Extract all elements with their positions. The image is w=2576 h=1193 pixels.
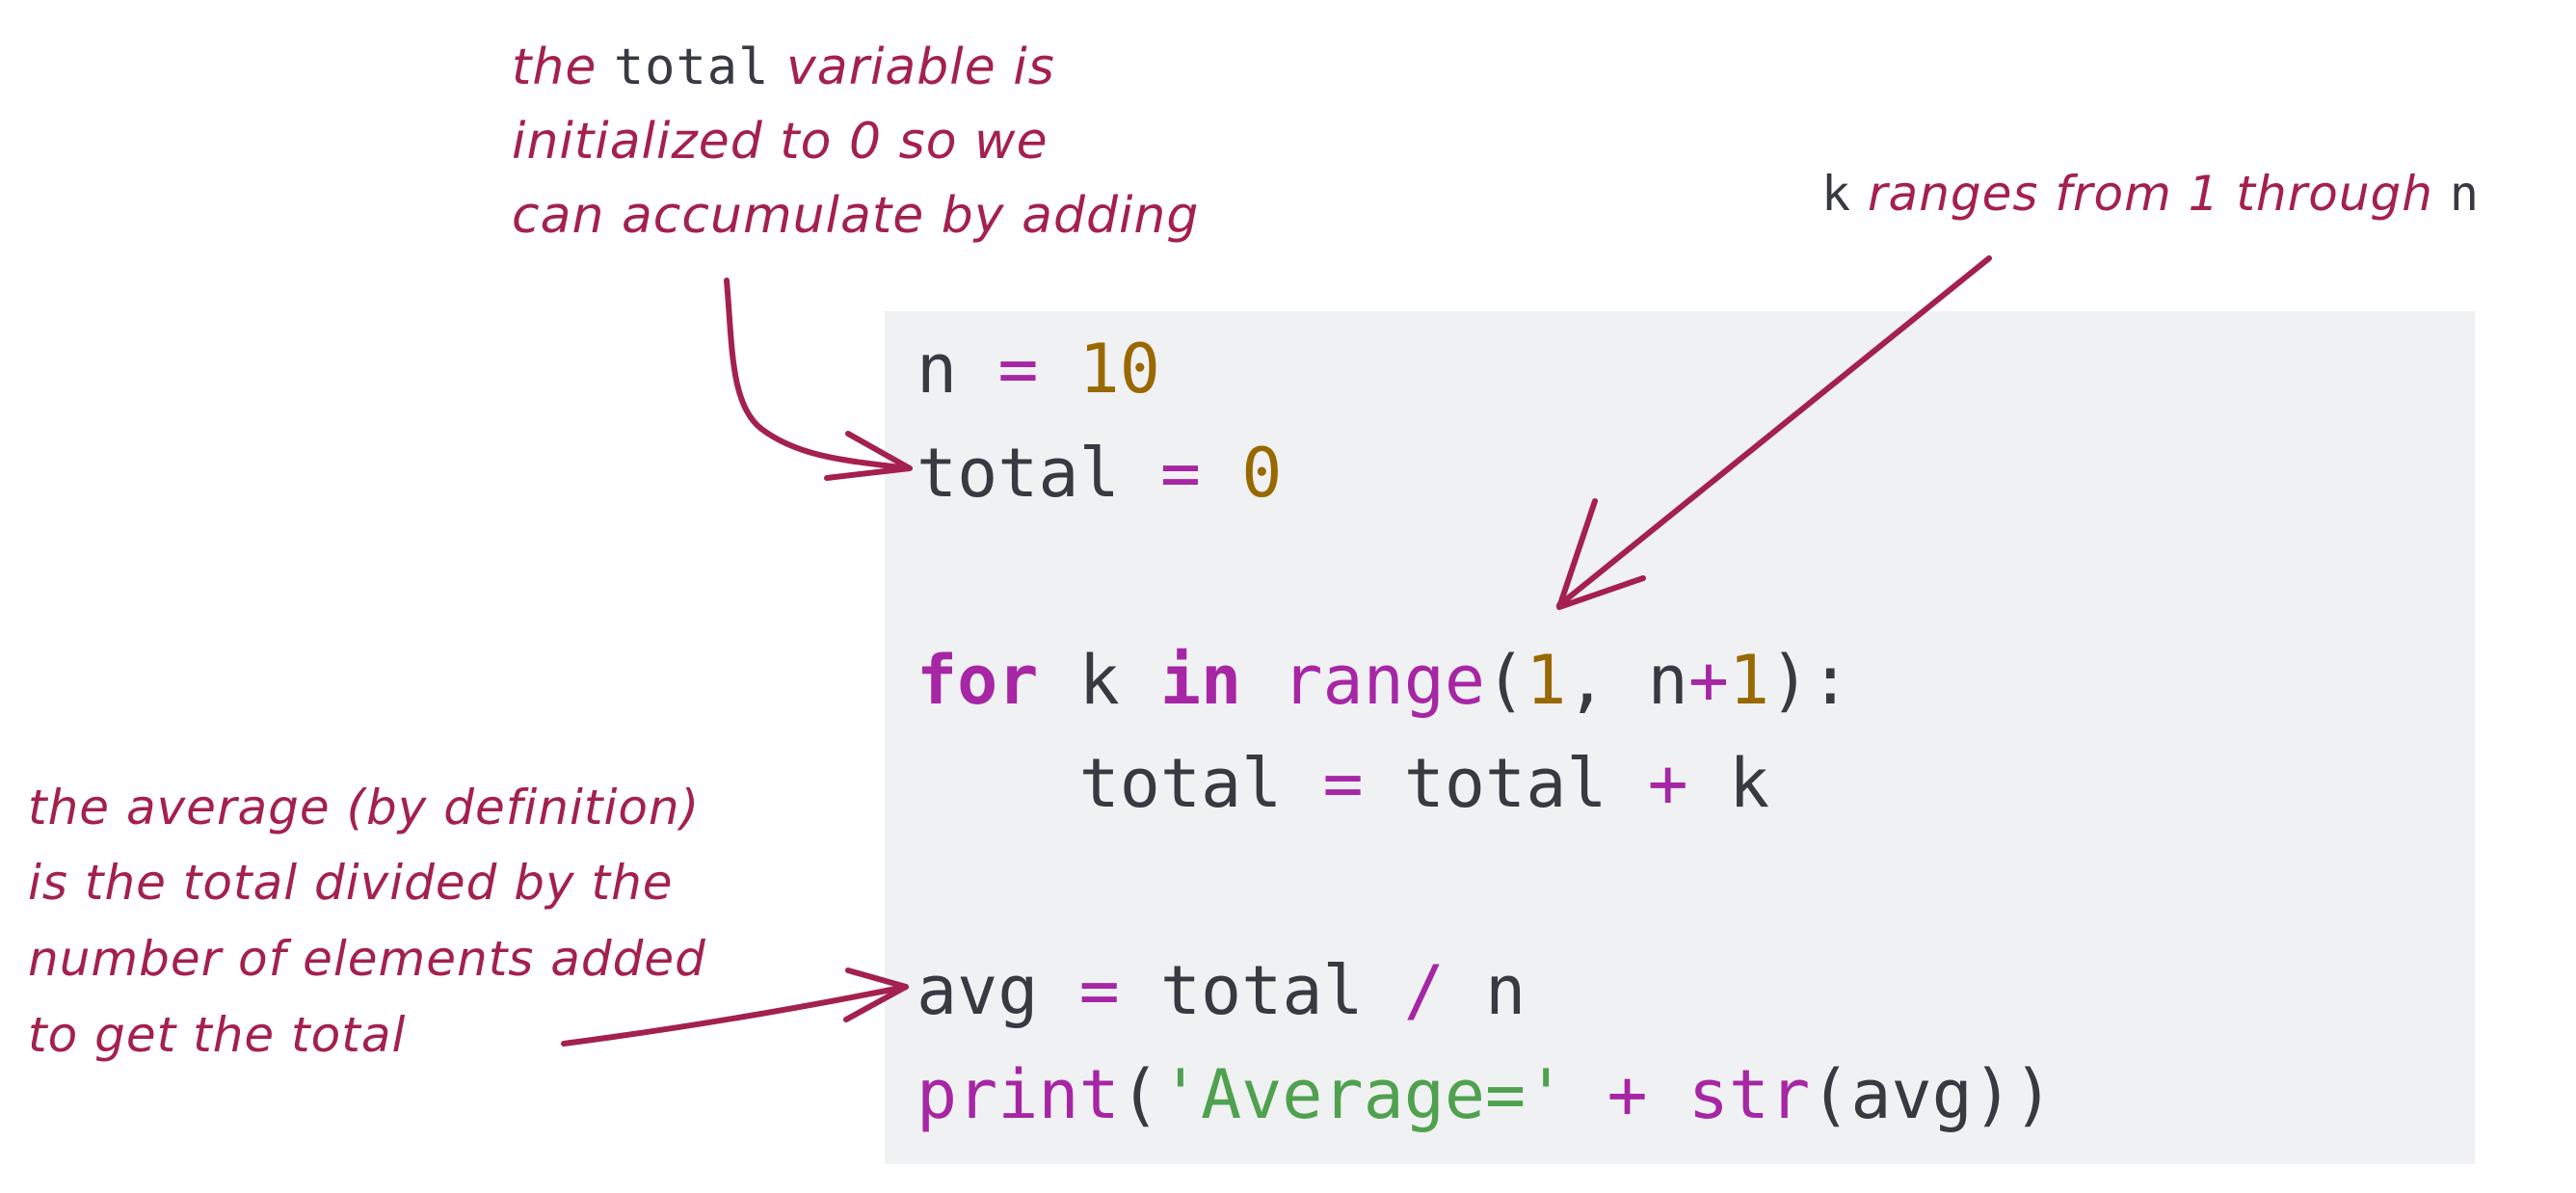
code-token-op: = bbox=[1159, 433, 1202, 513]
annotation-average-line-1: the average (by definition) bbox=[28, 780, 701, 835]
code-token-ws bbox=[1364, 744, 1404, 823]
code-token-kw: for bbox=[916, 640, 1039, 720]
annotation-text: the bbox=[512, 39, 614, 96]
annotation-total-line-2: initialized to 0 so we bbox=[512, 113, 1049, 171]
code-token-id: total bbox=[1159, 951, 1364, 1030]
annotation-k-range: k ranges from 1 through n bbox=[1821, 170, 2480, 218]
code-token-ws bbox=[1201, 434, 1241, 513]
code-token-id: total bbox=[1403, 744, 1607, 823]
code-token-id: total bbox=[1078, 744, 1283, 823]
code-token-id: n bbox=[1485, 951, 1527, 1030]
annotation-average-line-2: is the total divided by the bbox=[28, 855, 674, 911]
code-token-ws bbox=[1120, 641, 1160, 720]
code-token-ws bbox=[1364, 951, 1404, 1030]
code-line: print('Average=' + str(avg)) bbox=[916, 1061, 2054, 1128]
code-token-kw: in bbox=[1159, 640, 1242, 720]
code-token-op: / bbox=[1403, 951, 1445, 1030]
code-token-ws bbox=[1120, 951, 1160, 1030]
code-token-fn: print bbox=[916, 1054, 1120, 1134]
code-token-id: ): bbox=[1769, 640, 1851, 720]
code-token-ws bbox=[1038, 641, 1078, 720]
code-line: total = 0 bbox=[916, 439, 1282, 507]
code-token-ws bbox=[1120, 434, 1160, 513]
code-token-str: 'Average=' bbox=[1159, 1054, 1567, 1134]
code-token-num: 0 bbox=[1241, 433, 1283, 513]
code-token-ws bbox=[1648, 1055, 1688, 1134]
code-token-num: 10 bbox=[1078, 330, 1160, 409]
arrow-average bbox=[561, 984, 909, 1047]
annotation-text: ranges from 1 through bbox=[1851, 166, 2450, 222]
code-token-op: + bbox=[1647, 744, 1688, 823]
code-token-id: total bbox=[916, 433, 1120, 513]
code-token-ws bbox=[1445, 951, 1485, 1030]
code-token-ws bbox=[1038, 951, 1078, 1030]
code-token-id: k bbox=[1078, 640, 1120, 720]
code-ref-k: k bbox=[1821, 166, 1852, 222]
arrow-total-init bbox=[724, 278, 911, 471]
code-line: n = 10 bbox=[916, 335, 1160, 403]
annotation-total-line-3: can accumulate by adding bbox=[512, 187, 1200, 245]
code-token-fn: range bbox=[1282, 640, 1486, 720]
code-token-id: n bbox=[916, 330, 958, 409]
code-token-ws bbox=[1282, 744, 1322, 823]
code-token-num: 1 bbox=[1526, 640, 1567, 720]
code-token-id: ( bbox=[1485, 640, 1527, 720]
annotation-average-line-4: to get the total bbox=[28, 1007, 407, 1063]
code-ref-total: total bbox=[613, 39, 770, 96]
code-ref-n: n bbox=[2449, 166, 2480, 222]
code-token-num: 1 bbox=[1728, 640, 1770, 720]
code-token-id: , n bbox=[1566, 640, 1688, 720]
code-token-id: (avg)) bbox=[1810, 1054, 2055, 1134]
code-token-ws bbox=[1607, 744, 1647, 823]
code-token-ws bbox=[916, 744, 1079, 823]
code-token-id: avg bbox=[916, 951, 1039, 1030]
code-line: total = total + k bbox=[916, 750, 1770, 817]
annotation-average-line-3: number of elements added bbox=[28, 931, 706, 987]
code-token-ws bbox=[1038, 330, 1078, 409]
annotation-total-line-1: the total variable is bbox=[512, 42, 1055, 93]
code-token-op: + bbox=[1607, 1054, 1648, 1134]
code-token-ws bbox=[1566, 1055, 1607, 1134]
code-token-id: k bbox=[1728, 744, 1770, 823]
code-token-ws bbox=[1241, 641, 1282, 720]
code-token-ws bbox=[1688, 744, 1729, 823]
code-line: for k in range(1, n+1): bbox=[916, 647, 1850, 714]
annotation-text: variable is bbox=[769, 39, 1055, 96]
code-token-op: = bbox=[1078, 951, 1120, 1030]
code-token-op: = bbox=[997, 330, 1039, 409]
code-token-op: = bbox=[1322, 744, 1364, 823]
code-line: avg = total / n bbox=[916, 957, 1526, 1024]
code-token-ws bbox=[957, 330, 997, 409]
code-token-id: ( bbox=[1119, 1054, 1160, 1134]
code-token-fn: str bbox=[1687, 1054, 1811, 1134]
code-token-op: + bbox=[1687, 640, 1729, 720]
